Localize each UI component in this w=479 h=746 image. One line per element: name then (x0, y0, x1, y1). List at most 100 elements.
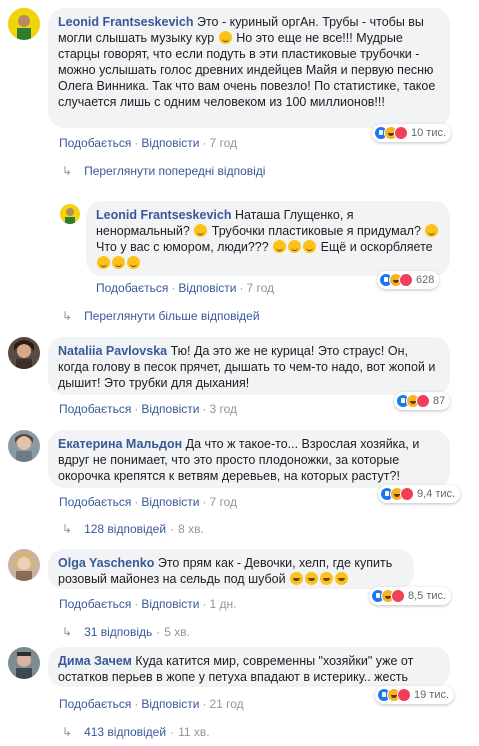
reply-link[interactable]: Відповісти (141, 597, 199, 611)
replies-time: 8 хв. (178, 522, 204, 536)
smile-emoji-icon (127, 256, 140, 269)
replies-time: 11 хв. (178, 725, 210, 739)
avatar[interactable] (8, 647, 40, 679)
reply-link[interactable]: Відповісти (141, 402, 199, 416)
avatar-image (8, 549, 40, 581)
reactions-badge[interactable]: 10 тис. (372, 124, 452, 142)
like-link[interactable]: Подобається (96, 281, 168, 295)
love-reaction-icon (394, 126, 408, 140)
like-link[interactable]: Подобається (59, 402, 131, 416)
avatar-image (8, 8, 40, 40)
reactions-badge[interactable]: 9,4 тис. (378, 485, 461, 503)
avatar-image (8, 647, 40, 679)
smile-emoji-icon (273, 240, 287, 253)
author-name[interactable]: Olga Yaschenko (58, 556, 154, 570)
timestamp[interactable]: 7 год (209, 136, 237, 150)
avatar[interactable] (8, 8, 40, 40)
replies-count: 31 відповідь (84, 625, 153, 639)
smile-emoji-icon (194, 224, 208, 237)
reactions-badge[interactable]: 87 (394, 392, 451, 410)
author-name[interactable]: Екатерина Мальдон (58, 437, 182, 451)
comment-actions: Подобається · Відповісти · 3 год (59, 402, 237, 416)
avatar-image (60, 204, 80, 224)
replies-count: 413 відповідей (84, 725, 167, 739)
reactions-badge[interactable]: 19 тис. (375, 686, 455, 704)
smile-emoji-icon (97, 256, 110, 269)
laugh-emoji-icon (305, 572, 319, 585)
like-link[interactable]: Подобається (59, 597, 131, 611)
like-link[interactable]: Подобається (59, 136, 131, 150)
reply-arrow-icon: ↳ (62, 522, 73, 536)
reply-link[interactable]: Відповісти (141, 495, 199, 509)
avatar[interactable] (60, 204, 80, 224)
comment-actions: Подобається · Відповісти · 7 год (59, 136, 237, 150)
comment-actions: Подобається · Відповісти · 7 год (96, 281, 274, 295)
timestamp[interactable]: 3 год (209, 402, 237, 416)
author-name[interactable]: Дима Зачем (58, 654, 132, 668)
timestamp[interactable]: 21 год (209, 697, 243, 711)
smile-emoji-icon (288, 240, 302, 253)
comment-actions: Подобається · Відповісти · 1 дн. (59, 597, 236, 611)
comment-actions: Подобається · Відповісти · 7 год (59, 495, 237, 509)
comment-bubble: Olga Yaschenko Это прям как - Девочки, х… (48, 549, 414, 589)
avatar[interactable] (8, 337, 40, 369)
comment-bubble: Leonid Frantseskevich Наташа Глущенко, я… (86, 201, 450, 276)
reply-arrow-icon: ↳ (62, 309, 73, 323)
separator: · (170, 522, 175, 536)
reply-arrow-icon: ↳ (62, 725, 73, 739)
laugh-emoji-icon (335, 572, 349, 585)
separator: · (202, 495, 207, 509)
separator: · (202, 697, 207, 711)
separator: · (134, 697, 139, 711)
separator: · (134, 495, 139, 509)
laugh-emoji-icon (290, 572, 304, 585)
timestamp[interactable]: 7 год (209, 495, 237, 509)
comment-bubble: Дима Зачем Куда катится мир, современны … (48, 647, 450, 687)
reply-link[interactable]: Відповісти (141, 136, 199, 150)
timestamp[interactable]: 1 дн. (209, 597, 236, 611)
smile-emoji-icon (112, 256, 125, 269)
love-reaction-icon (391, 589, 405, 603)
comment-text-4: Ещё и оскорбляете (317, 240, 433, 254)
like-link[interactable]: Подобається (59, 697, 131, 711)
author-name[interactable]: Leonid Frantseskevich (96, 208, 231, 222)
reactions-count: 87 (433, 395, 446, 407)
laugh-emoji-icon (320, 572, 334, 585)
view-replies[interactable]: ↳ 413 відповідей · 11 хв. (62, 725, 210, 739)
separator: · (202, 597, 207, 611)
separator: · (202, 136, 207, 150)
author-name[interactable]: Leonid Frantseskevich (58, 15, 193, 29)
view-replies[interactable]: ↳ 31 відповідь · 5 хв. (62, 625, 190, 639)
love-reaction-icon (397, 688, 411, 702)
love-reaction-icon (416, 394, 430, 408)
view-previous-replies-label: Переглянути попередні відповіді (84, 164, 266, 178)
separator: · (134, 402, 139, 416)
comment-text-3: Что у вас с юмором, люди??? (96, 240, 269, 254)
reactions-count: 8,5 тис. (408, 590, 447, 602)
love-reaction-icon (399, 273, 413, 287)
reactions-badge[interactable]: 8,5 тис. (369, 587, 452, 605)
reply-link[interactable]: Відповісти (141, 697, 199, 711)
avatar[interactable] (8, 430, 40, 462)
timestamp[interactable]: 7 год (246, 281, 274, 295)
view-more-replies[interactable]: ↳ Переглянути більше відповідей (62, 309, 260, 323)
smile-emoji-icon (425, 224, 439, 237)
view-previous-replies[interactable]: ↳ Переглянути попередні відповіді (62, 164, 265, 178)
like-link[interactable]: Подобається (59, 495, 131, 509)
separator: · (171, 281, 176, 295)
replies-count: 128 відповідей (84, 522, 167, 536)
avatar[interactable] (8, 549, 40, 581)
comment-bubble: Екатерина Мальдон Да что ж такое-то... В… (48, 430, 450, 488)
comment-bubble: Leonid Frantseskevich Это - куриный оргА… (48, 8, 450, 128)
love-reaction-icon (400, 487, 414, 501)
reply-link[interactable]: Відповісти (178, 281, 236, 295)
separator: · (202, 402, 207, 416)
reactions-badge[interactable]: 628 (377, 271, 440, 289)
smile-emoji-icon (303, 240, 317, 253)
reply-arrow-icon: ↳ (62, 625, 73, 639)
comment-text-2: Трубочки пластиковые я придумал? (208, 224, 421, 238)
avatar-image (8, 430, 40, 462)
author-name[interactable]: Nataliia Pavlovska (58, 344, 167, 358)
view-replies[interactable]: ↳ 128 відповідей · 8 хв. (62, 522, 204, 536)
reactions-count: 19 тис. (414, 689, 450, 701)
